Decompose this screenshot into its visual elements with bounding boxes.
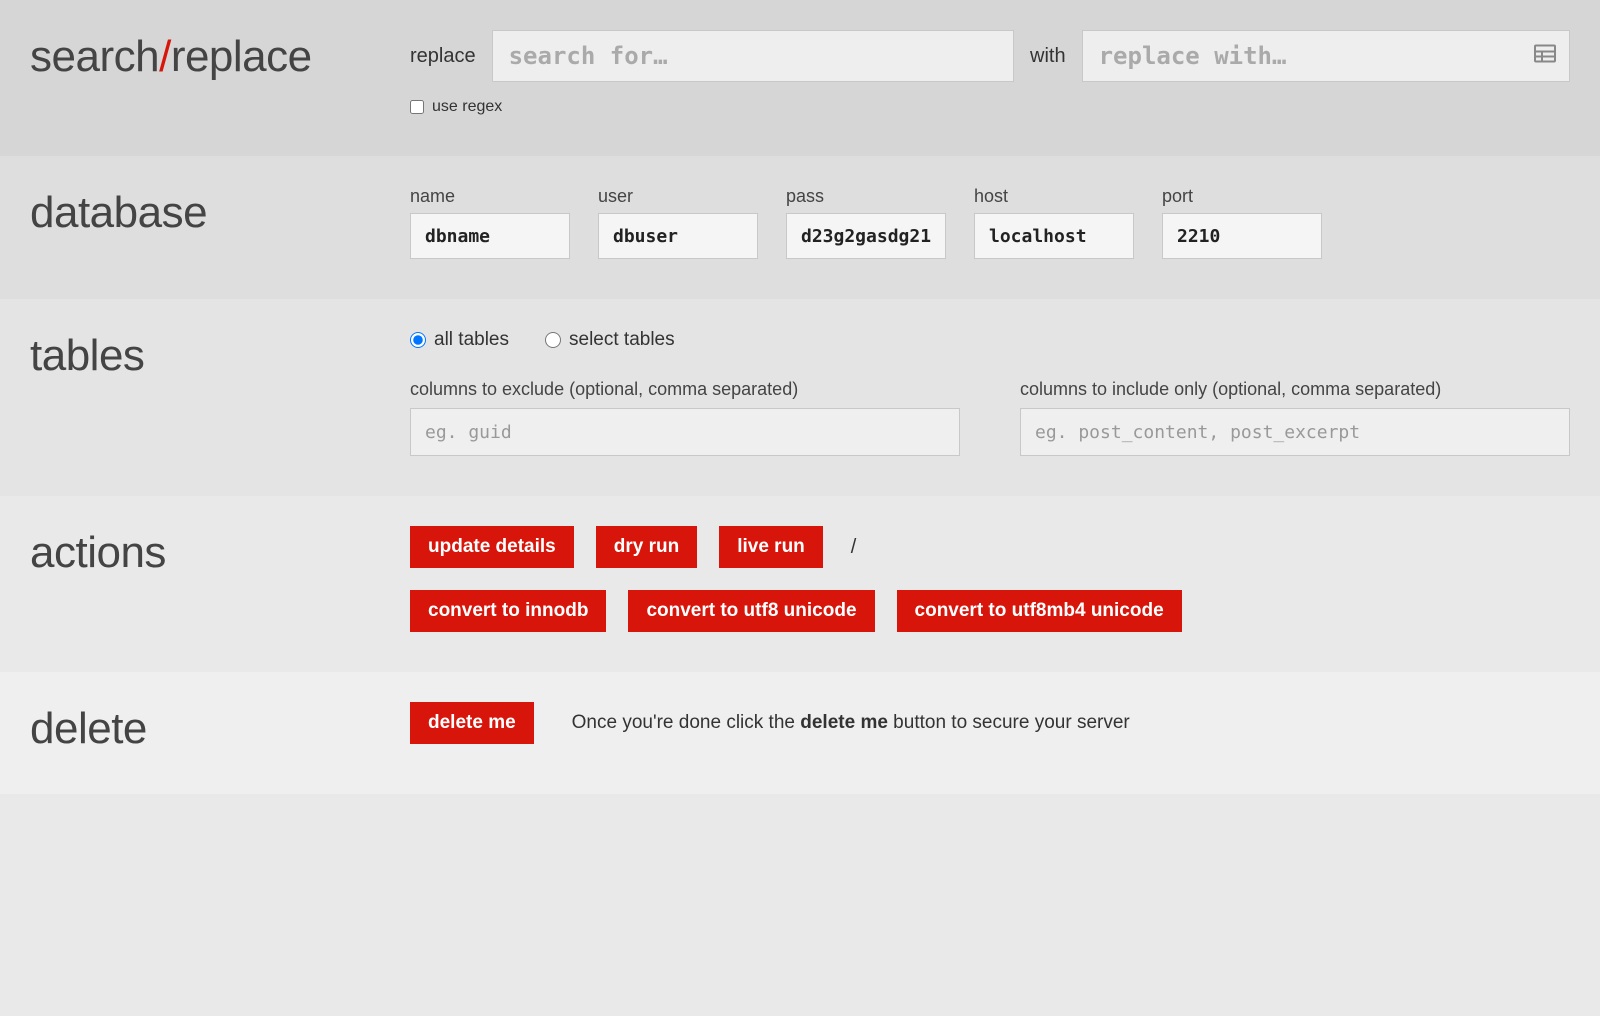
convert-innodb-button[interactable]: convert to innodb [410, 590, 606, 632]
db-user-input[interactable] [598, 213, 758, 259]
update-details-button[interactable]: update details [410, 526, 574, 568]
db-host-input[interactable] [974, 213, 1134, 259]
exclude-columns-label: columns to exclude (optional, comma sepa… [410, 379, 960, 400]
use-regex-label[interactable]: use regex [432, 98, 502, 116]
delete-instruction-text: Once you're done click the delete me but… [572, 712, 1130, 734]
live-run-button[interactable]: live run [719, 526, 823, 568]
db-port-input[interactable] [1162, 213, 1322, 259]
exclude-columns-input[interactable] [410, 408, 960, 456]
with-label: with [1030, 45, 1066, 68]
db-host-label: host [974, 186, 1134, 207]
title-search-word: search [30, 32, 159, 81]
title-delete: delete [30, 702, 410, 754]
replace-label: replace [410, 45, 476, 68]
db-user-label: user [598, 186, 758, 207]
all-tables-label[interactable]: all tables [434, 329, 509, 351]
section-database: database name user pass host port [0, 156, 1600, 299]
title-slash: / [159, 32, 171, 81]
actions-separator: / [845, 536, 863, 559]
section-actions: actions update details dry run live run … [0, 496, 1600, 672]
convert-utf8mb4-button[interactable]: convert to utf8mb4 unicode [897, 590, 1182, 632]
db-name-label: name [410, 186, 570, 207]
title-actions: actions [30, 526, 410, 632]
dry-run-button[interactable]: dry run [596, 526, 697, 568]
select-tables-label[interactable]: select tables [569, 329, 675, 351]
use-regex-checkbox[interactable] [410, 100, 424, 114]
delete-me-button[interactable]: delete me [410, 702, 534, 744]
include-columns-label: columns to include only (optional, comma… [1020, 379, 1570, 400]
db-pass-input[interactable] [786, 213, 946, 259]
table-icon[interactable] [1534, 45, 1556, 68]
title-database: database [30, 186, 410, 259]
include-columns-input[interactable] [1020, 408, 1570, 456]
title-search-replace: search/replace [30, 30, 410, 116]
section-delete: delete delete me Once you're done click … [0, 672, 1600, 794]
convert-utf8-button[interactable]: convert to utf8 unicode [628, 590, 874, 632]
title-replace-word: replace [171, 32, 312, 81]
section-search-replace: search/replace replace with use [0, 0, 1600, 156]
db-pass-label: pass [786, 186, 946, 207]
section-tables: tables all tables select tables columns … [0, 299, 1600, 496]
db-name-input[interactable] [410, 213, 570, 259]
select-tables-radio[interactable] [545, 332, 561, 348]
replace-input[interactable] [1082, 30, 1570, 82]
db-port-label: port [1162, 186, 1322, 207]
search-input[interactable] [492, 30, 1014, 82]
all-tables-radio[interactable] [410, 332, 426, 348]
title-tables: tables [30, 329, 410, 456]
